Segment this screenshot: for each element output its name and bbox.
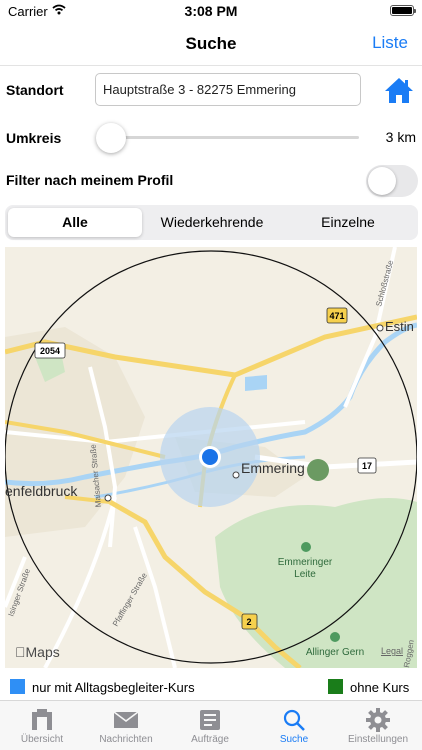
road-badge-2054: 2054	[40, 346, 60, 356]
tab-messages[interactable]: Nachrichten	[84, 703, 168, 750]
legend-swatch-course	[10, 679, 25, 694]
status-bar: Carrier 3:08 PM	[0, 0, 422, 22]
tab-bar: Übersicht Nachrichten Aufträge Suche Ein…	[0, 700, 422, 750]
legend-swatch-no-course	[328, 679, 343, 694]
map-label-allinger-gern: Allinger Gern	[306, 647, 364, 658]
filter-segmented-control: Alle Wiederkehrende Einzelne	[5, 205, 418, 240]
map-label-fuerstenfeldbruck: enfeldbruck	[5, 483, 78, 499]
segment-all[interactable]: Alle	[8, 208, 142, 237]
job-marker-without-course[interactable]	[307, 459, 329, 481]
overview-icon	[32, 709, 52, 730]
map-label-emmering: Emmering	[241, 460, 305, 476]
radius-label: Umkreis	[6, 130, 62, 146]
segment-recurring[interactable]: Wiederkehrende	[145, 208, 279, 237]
map-view[interactable]: 471 2054 17 2 Emmering enfeldbruck Estin…	[5, 247, 417, 668]
tab-overview[interactable]: Übersicht	[0, 703, 84, 750]
segment-single[interactable]: Einzelne	[281, 208, 415, 237]
map-label-estin: Estin	[385, 319, 414, 334]
map-label-leite: Leite	[294, 569, 316, 580]
road-badge-471: 471	[329, 311, 344, 321]
home-icon[interactable]	[384, 76, 414, 104]
radius-slider-thumb[interactable]	[96, 123, 126, 153]
search-icon	[283, 709, 305, 731]
battery-icon	[390, 5, 416, 16]
current-location-dot	[202, 449, 218, 465]
radius-slider[interactable]	[111, 136, 359, 139]
road-badge-2: 2	[246, 617, 251, 627]
location-label: Standort	[6, 82, 64, 98]
legend-label-no-course: ohne Kurs	[350, 680, 410, 695]
page-title: Suche	[185, 34, 237, 53]
profile-filter-toggle[interactable]	[366, 165, 418, 197]
map-legend: nur mit Alltagsbegleiter-Kurs ohne Kurs	[0, 674, 422, 700]
tab-search[interactable]: Suche	[252, 703, 336, 750]
envelope-icon	[113, 711, 139, 728]
tab-orders[interactable]: Aufträge	[168, 703, 252, 750]
profile-filter-label: Filter nach meinem Profil	[6, 172, 174, 188]
maps-logo: Maps	[15, 644, 60, 660]
legal-link[interactable]: Legal	[381, 646, 403, 656]
road-badge-17: 17	[362, 461, 372, 471]
clock: 3:08 PM	[184, 3, 238, 19]
list-icon	[200, 710, 220, 730]
tab-settings[interactable]: Einstellungen	[336, 703, 420, 750]
legend-label-course: nur mit Alltagsbegleiter-Kurs	[32, 680, 195, 695]
navigation-bar: Suche Liste	[0, 22, 422, 66]
list-button[interactable]: Liste	[372, 33, 408, 53]
radius-value: 3 km	[385, 129, 416, 145]
map-label-emmeringer: Emmeringer	[278, 557, 333, 568]
location-input[interactable]	[95, 73, 361, 106]
gear-icon	[366, 708, 390, 732]
